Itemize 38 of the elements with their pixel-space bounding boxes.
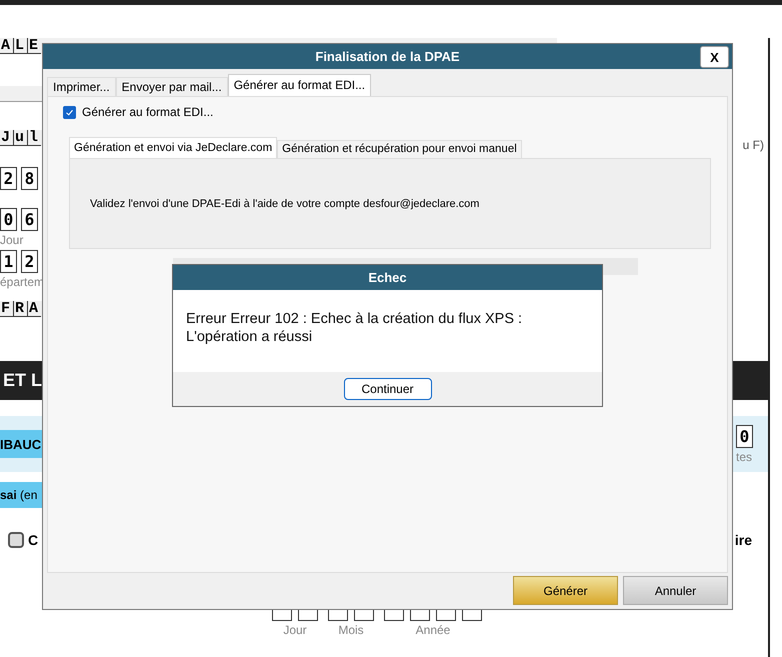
digit-box[interactable]: 0 [736, 424, 753, 448]
field-caption: Année [416, 623, 450, 637]
radio-button[interactable] [8, 532, 24, 548]
option-label: C [28, 532, 38, 548]
window-title: Finalisation de la DPAE [315, 49, 460, 64]
checkbox[interactable] [63, 106, 76, 118]
tab[interactable]: Générer au format EDI... [228, 74, 372, 96]
digit-box[interactable]: 6 [21, 208, 38, 231]
digit-box[interactable]: 8 [21, 167, 38, 190]
tab[interactable]: Envoyer par mail... [116, 77, 228, 96]
dialog-title: Echec [368, 270, 407, 285]
checkmark-icon [65, 108, 74, 116]
field-label: u F) [742, 138, 764, 152]
digit-box[interactable]: 2 [0, 167, 17, 190]
close-button[interactable]: X [700, 46, 729, 68]
field-label: sai (en [0, 488, 38, 502]
digit-box[interactable]: 1 [0, 250, 17, 273]
tab[interactable]: Génération et récupération pour envoi manuel [277, 140, 522, 158]
letter-boxes[interactable]: F R A [0, 301, 41, 317]
tab[interactable]: Imprimer... [47, 77, 116, 96]
error-message: Erreur Erreur 102 : Echec à la création du flux XPS : L'opération a réussi [186, 310, 524, 346]
info-message: Validez l'envoi d'une DPAE-Edi à l'aide de votre compte desfour@jedeclare.com [89, 198, 480, 210]
letter-boxes[interactable]: A L E [0, 38, 41, 54]
digit-box[interactable]: 0 [0, 208, 17, 231]
field-label: IBAUC [0, 436, 42, 452]
field-caption: Jour [283, 623, 307, 637]
cancel-button[interactable]: Annuler [623, 576, 728, 605]
checkbox-label: Générer au format EDI... [82, 105, 214, 119]
continue-button[interactable]: Continuer [344, 378, 432, 400]
generate-button[interactable]: Générer [513, 576, 618, 605]
field-caption: tes [736, 450, 753, 464]
tab[interactable]: Génération et envoi via JeDeclare.com [69, 137, 278, 158]
letter-boxes[interactable]: J u l [0, 130, 41, 146]
field-label: ire [734, 532, 752, 548]
field-caption: Mois [338, 623, 364, 637]
section-title: ET L [2, 370, 42, 391]
field-caption: Jour [0, 233, 24, 247]
digit-box[interactable]: 2 [21, 250, 38, 273]
